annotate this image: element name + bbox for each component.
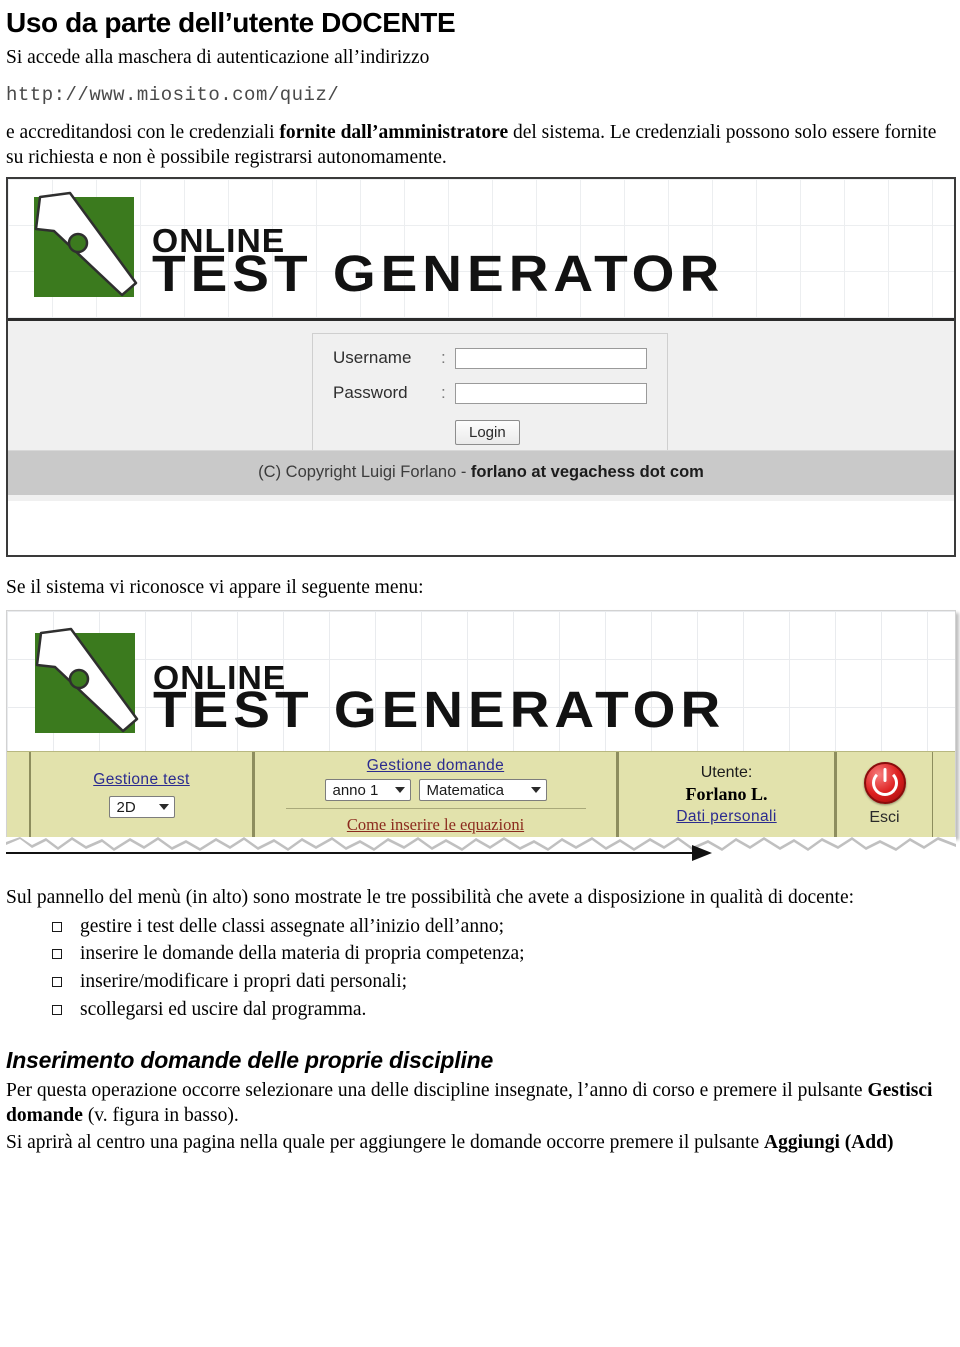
list-item-label: inserire le domande della materia di pro… — [80, 943, 525, 965]
password-colon: : — [441, 383, 446, 403]
section2-paragraph-b: Si aprirà al centro una pagina nella qua… — [6, 1130, 954, 1155]
username-label: Username — [333, 348, 412, 368]
list-item: inserire le domande della materia di pro… — [50, 940, 954, 968]
login-footer: (C) Copyright Luigi Forlano - forlano at… — [8, 449, 954, 495]
menu-screenshot-header: ONLINE TEST GENERATOR — [7, 611, 955, 752]
brand-line-2: TEST GENERATOR — [153, 681, 726, 739]
classe-select-value: 2D — [116, 798, 136, 816]
menu-screenshot-inner: ONLINE TEST GENERATOR Gestione test 2D G… — [6, 610, 956, 838]
login-button-row: Login — [455, 419, 667, 445]
anno-select[interactable]: anno 1 — [324, 779, 411, 802]
password-row: Password : — [333, 382, 667, 404]
login-screenshot-body: Username : Password : Login (C) Copyrigh… — [8, 320, 954, 501]
password-label: Password — [333, 383, 408, 403]
pen-nib-icon — [35, 627, 139, 734]
capability-list: gestire i test delle classi assegnate al… — [6, 913, 954, 1024]
brand-wordmark: ONLINE TEST GENERATOR — [152, 224, 725, 302]
annotation-arrow-head — [692, 845, 712, 862]
section2-a-pre: Per questa operazione occorre selezionar… — [6, 1079, 868, 1101]
copyright-email: forlano at vegachess dot com — [470, 463, 704, 482]
list-item-label: gestire i test delle classi assegnate al… — [80, 915, 504, 937]
page-title: Uso da parte dell’utente DOCENTE — [6, 7, 456, 38]
intro-line: Si accede alla maschera di autenticazion… — [6, 46, 430, 68]
menu-toolbar: Gestione test 2D Gestione domande anno 1 — [7, 751, 955, 838]
section2-b-pre: Si aprirà al centro una pagina nella qua… — [6, 1132, 764, 1154]
esci-label: Esci — [869, 809, 900, 827]
materia-select[interactable]: Matematica — [418, 779, 547, 802]
spacer-after-menu-shot — [6, 867, 954, 885]
app-logo-menu: ONLINE TEST GENERATOR — [35, 627, 726, 739]
utente-label: Utente: — [700, 763, 753, 781]
credentials-pre: e accreditandosi con le credenziali — [6, 122, 280, 144]
list-item: gestire i test delle classi assegnate al… — [50, 913, 954, 941]
credentials-bold: fornite dall’amministratore — [279, 122, 509, 144]
square-bullet-icon — [52, 976, 62, 987]
panel-paragraph: Sul pannello del menù (in alto) sono mos… — [6, 887, 855, 909]
toolbar-cell-gestione-test: Gestione test 2D — [29, 752, 253, 838]
torn-paper-edge — [6, 837, 956, 868]
pen-nib-icon — [34, 191, 138, 297]
username-colon: : — [441, 348, 446, 368]
spacer-after-login-shot — [6, 557, 954, 575]
square-bullet-icon — [52, 949, 62, 960]
list-item-label: inserire/modificare i propri dati person… — [80, 970, 408, 992]
spacer-before-section2 — [6, 1023, 954, 1041]
document-page: Uso da parte dell’utente DOCENTE Si acce… — [0, 7, 960, 1156]
list-item: scollegarsi ed uscire dal programma. — [50, 996, 954, 1024]
pen-nib-svg — [34, 191, 138, 297]
login-screenshot-header: ONLINE TEST GENERATOR — [8, 178, 954, 321]
chevron-down-icon — [394, 787, 405, 794]
toolbar-cell-utente: Utente: Forlano L. Dati personali — [617, 752, 835, 838]
materia-select-value: Matematica — [426, 781, 505, 799]
toolbar-cell-gestione-domande: Gestione domande anno 1 Matematica Come … — [253, 752, 617, 838]
square-bullet-icon — [52, 921, 62, 932]
section2-b-bold: Aggiungi (Add) — [764, 1132, 894, 1154]
menu-caption: Se il sistema vi riconosce vi appare il … — [6, 576, 424, 598]
list-item-label: scollegarsi ed uscire dal programma. — [80, 998, 367, 1020]
pen-nib-svg — [35, 627, 139, 733]
brand-wordmark-menu: ONLINE TEST GENERATOR — [153, 661, 726, 739]
app-logo: ONLINE TEST GENERATOR — [34, 191, 725, 302]
username-row: Username : — [333, 347, 667, 369]
username-input[interactable] — [455, 347, 647, 369]
utente-name: Forlano L. — [685, 783, 768, 804]
login-form: Username : Password : Login — [312, 332, 668, 463]
menu-screenshot: ONLINE TEST GENERATOR Gestione test 2D G… — [6, 610, 956, 868]
password-input[interactable] — [455, 382, 647, 404]
login-screenshot: ONLINE TEST GENERATOR Username : Passwor… — [6, 176, 956, 557]
list-item: inserire/modificare i propri dati person… — [50, 968, 954, 996]
gestione-test-link[interactable]: Gestione test — [93, 771, 190, 789]
power-icon-bar — [883, 768, 886, 783]
section2-paragraph-a: Per questa operazione occorre selezionar… — [6, 1078, 954, 1129]
anno-select-value: anno 1 — [332, 781, 379, 799]
toolbar-divider — [285, 808, 586, 810]
chevron-down-icon — [530, 787, 541, 794]
classe-select[interactable]: 2D — [108, 796, 175, 819]
come-inserire-equazioni-link[interactable]: Come inserire le equazioni — [347, 815, 524, 835]
credentials-paragraph: e accreditandosi con le credenziali forn… — [6, 120, 954, 171]
toolbar-cell-esci[interactable]: Esci — [835, 752, 933, 838]
copyright-plain: (C) Copyright Luigi Forlano - — [258, 463, 471, 482]
annotation-arrow-line — [6, 852, 696, 855]
copyright-text: (C) Copyright Luigi Forlano - forlano at… — [258, 463, 704, 482]
chevron-down-icon — [158, 804, 169, 811]
dati-personali-link[interactable]: Dati personali — [676, 808, 776, 826]
login-button[interactable]: Login — [455, 419, 520, 445]
domande-selects: anno 1 Matematica — [324, 779, 547, 802]
power-icon[interactable] — [863, 762, 906, 805]
gestione-domande-link[interactable]: Gestione domande — [367, 757, 504, 775]
section-heading-inserimento: Inserimento domande delle proprie discip… — [6, 1047, 494, 1074]
section2-a-post: (v. figura in basso). — [82, 1105, 239, 1127]
url-text: http://www.miosito.com/quiz/ — [6, 84, 340, 107]
square-bullet-icon — [52, 1004, 62, 1015]
brand-line-2: TEST GENERATOR — [152, 244, 725, 302]
